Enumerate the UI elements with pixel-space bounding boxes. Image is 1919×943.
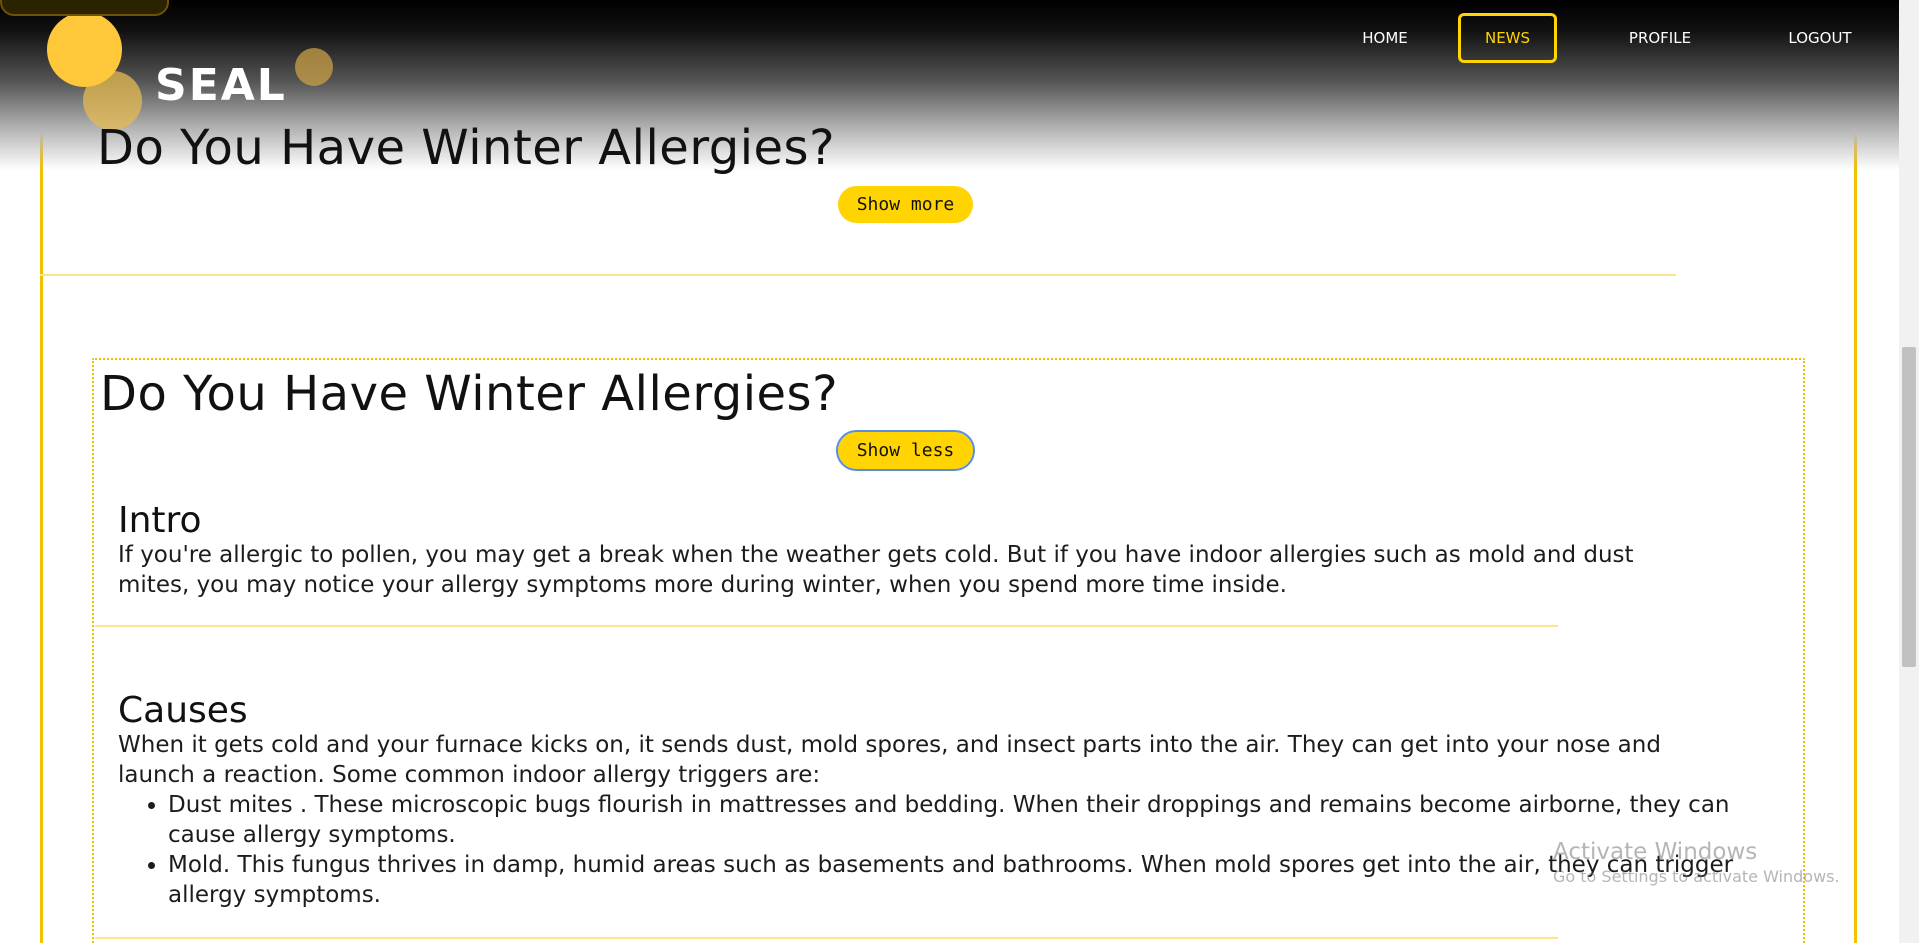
nav-profile[interactable]: PROFILE bbox=[1610, 13, 1710, 63]
divider bbox=[95, 625, 1558, 627]
causes-list: Dust mites . These microscopic bugs flou… bbox=[118, 790, 1738, 910]
scrollbar-thumb[interactable] bbox=[1902, 347, 1916, 667]
logo-circle-large bbox=[47, 12, 122, 87]
show-less-button[interactable]: Show less bbox=[836, 430, 975, 471]
list-item: Mold. This fungus thrives in damp, humid… bbox=[168, 850, 1738, 910]
header-badge bbox=[0, 0, 169, 16]
article-title: Do You Have Winter Allergies? bbox=[100, 366, 839, 422]
divider bbox=[40, 274, 1676, 276]
article-title: Do You Have Winter Allergies? bbox=[97, 120, 836, 176]
activation-watermark: Activate Windows Go to Settings to activ… bbox=[1553, 838, 1840, 888]
nav-logout[interactable]: LOGOUT bbox=[1770, 13, 1870, 63]
page: SEAL HOME NEWS PROFILE LOGOUT Do You Hav… bbox=[0, 0, 1919, 943]
show-more-button[interactable]: Show more bbox=[838, 186, 973, 223]
intro-heading: Intro bbox=[118, 500, 202, 541]
vertical-scrollbar[interactable] bbox=[1899, 0, 1919, 943]
logo-circle-small bbox=[295, 48, 333, 86]
causes-text: When it gets cold and your furnace kicks… bbox=[118, 732, 1661, 788]
watermark-title: Activate Windows bbox=[1553, 839, 1758, 865]
brand-name[interactable]: SEAL bbox=[155, 60, 287, 111]
intro-text: If you're allergic to pollen, you may ge… bbox=[118, 542, 1634, 598]
watermark-subtitle: Go to Settings to activate Windows. bbox=[1553, 867, 1840, 886]
nav-home[interactable]: HOME bbox=[1340, 13, 1430, 63]
list-item: Dust mites . These microscopic bugs flou… bbox=[168, 790, 1738, 850]
causes-heading: Causes bbox=[118, 690, 248, 731]
nav-news[interactable]: NEWS bbox=[1458, 13, 1557, 63]
divider bbox=[95, 937, 1558, 939]
